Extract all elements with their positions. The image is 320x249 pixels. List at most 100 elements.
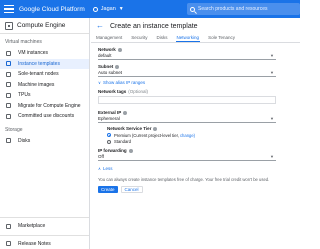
help-icon[interactable] (115, 64, 120, 69)
radio-premium[interactable] (107, 133, 111, 137)
sidebar-item-release-notes[interactable]: Release Notes (0, 239, 89, 249)
sidebar-item-instance-templates[interactable]: Instance templates (0, 58, 89, 69)
help-icon[interactable] (123, 110, 128, 115)
sidebar-item-disks[interactable]: Disks (0, 136, 89, 147)
networking-form: Network default ▼ Subnet Auto subnet ▼ ∨… (91, 47, 300, 193)
tier-standard-option[interactable]: Standard (107, 139, 276, 144)
release-notes-icon (6, 241, 11, 247)
ip-forwarding-select[interactable]: Off ▼ (98, 153, 276, 161)
tab-security[interactable]: Security (130, 34, 148, 42)
sidebar-footer: Marketplace Release Notes (0, 214, 89, 249)
tier-standard-label: Standard (114, 139, 131, 144)
disks-icon (6, 138, 11, 144)
form-actions: Create Cancel (98, 186, 276, 193)
external-ip-select[interactable]: Ephemeral ▼ (98, 115, 276, 123)
help-icon[interactable] (153, 126, 158, 131)
main-content: ← Create an instance template Management… (91, 18, 300, 249)
sidebar-section-virtual-machines: Virtual machines (5, 39, 42, 45)
dropdown-arrow-icon: ▼ (270, 70, 274, 75)
app-title[interactable]: Google Cloud Platform (19, 6, 85, 13)
optional-hint: (Optional) (128, 89, 149, 94)
sidebar-item-vm-instances[interactable]: VM instances (0, 48, 89, 59)
chevron-down-icon: ∨ (98, 80, 101, 85)
sidebar-item-label: Sole-tenant nodes (18, 71, 59, 78)
machine-images-icon (6, 82, 11, 88)
sidebar-item-machine-images[interactable]: Machine images (0, 80, 89, 91)
instance-templates-icon (6, 61, 11, 67)
project-name: Jagan (100, 6, 116, 12)
external-ip-value: Ephemeral (98, 116, 120, 121)
tier-premium-label: Premium (Current project-level tier, (114, 132, 179, 138)
less-link[interactable]: ∧ Less (98, 166, 276, 171)
subnet-value: Auto subnet (98, 70, 123, 75)
marketplace-icon (6, 223, 11, 229)
help-icon[interactable] (117, 47, 122, 52)
dropdown-arrow-icon: ▼ (270, 154, 274, 159)
tab-bar: Management Security Disks Networking Sol… (91, 34, 300, 43)
page-title: Create an instance template (110, 22, 198, 30)
chevron-up-icon: ∧ (98, 166, 101, 171)
show-alias-text: Show alias IP ranges (102, 80, 146, 85)
back-arrow-icon[interactable]: ← (96, 22, 104, 30)
cancel-button[interactable]: Cancel (120, 186, 143, 193)
subnet-select[interactable]: Auto subnet ▼ (98, 69, 276, 77)
tab-networking[interactable]: Networking (175, 34, 201, 42)
hamburger-menu-icon[interactable] (4, 5, 14, 13)
network-tags-label-text: Network tags (98, 89, 127, 94)
sidebar-section-storage: Storage (5, 126, 23, 133)
page-header: ← Create an instance template (91, 18, 300, 34)
sidebar-item-label: TPUs (18, 92, 31, 99)
divider (0, 217, 89, 218)
sidebar-title: Compute Engine (17, 22, 66, 29)
sidebar-item-sole-tenant-nodes[interactable]: Sole-tenant nodes (0, 69, 89, 80)
sidebar-item-label: Machine images (18, 81, 55, 88)
dropdown-arrow-icon: ▼ (270, 116, 274, 121)
vm-instances-icon (6, 50, 11, 56)
sidebar-item-label: Instance templates (18, 60, 60, 67)
search-input[interactable]: Search products and resources (187, 3, 300, 15)
migrate-icon (6, 103, 11, 109)
network-select[interactable]: default ▼ (98, 52, 276, 60)
sidebar-item-label: Committed use discounts (18, 113, 75, 120)
top-app-bar: Google Cloud Platform Jagan ▼ Search pro… (0, 0, 300, 18)
sidebar-item-label: Release Notes (18, 240, 51, 247)
create-button[interactable]: Create (98, 186, 118, 193)
tab-sole-tenancy[interactable]: Sole Tenancy (207, 34, 236, 42)
sidebar-header: Compute Engine (0, 18, 89, 34)
tab-disks[interactable]: Disks (156, 34, 169, 42)
ip-forwarding-value: Off (98, 154, 104, 159)
sole-tenant-nodes-icon (6, 71, 11, 77)
compute-engine-icon (5, 21, 13, 30)
dropdown-arrow-icon: ▼ (270, 53, 274, 58)
subnet-label-text: Subnet (98, 64, 114, 69)
help-icon[interactable] (128, 148, 133, 153)
network-tags-label: Network tags (Optional) (98, 89, 276, 94)
show-alias-ip-link[interactable]: ∨ Show alias IP ranges (98, 80, 276, 85)
chevron-down-icon: ▼ (118, 6, 124, 12)
network-tags-input[interactable] (98, 96, 276, 104)
committed-use-icon (6, 113, 11, 119)
change-tier-link[interactable]: change) (180, 133, 195, 138)
sidebar-item-migrate[interactable]: Migrate for Compute Engine (0, 101, 89, 112)
sidebar: Compute Engine Virtual machines VM insta… (0, 18, 90, 249)
sidebar-item-committed-use[interactable]: Committed use discounts (0, 111, 89, 122)
project-icon (92, 6, 98, 12)
project-selector[interactable]: Jagan ▼ (92, 6, 124, 12)
tab-management[interactable]: Management (95, 34, 123, 42)
radio-standard[interactable] (107, 139, 111, 144)
search-icon (190, 6, 195, 12)
sidebar-item-label: VM instances (18, 50, 49, 57)
network-label-text: Network (98, 47, 116, 52)
sidebar-item-marketplace[interactable]: Marketplace (0, 221, 89, 232)
sidebar-item-tpus[interactable]: TPUs (0, 90, 89, 101)
free-of-charge-note: You can always create instance templates… (98, 177, 270, 182)
search-placeholder: Search products and resources (198, 6, 268, 12)
network-value: default (98, 53, 112, 58)
tier-premium-option[interactable]: Premium (Current project-level tier, cha… (107, 133, 276, 138)
service-tier-text: Network Service Tier (107, 126, 152, 131)
sidebar-item-label: Disks (18, 137, 31, 144)
sidebar-item-label: Migrate for Compute Engine (18, 102, 81, 109)
external-ip-label-text: External IP (98, 110, 122, 115)
network-service-tier-label: Network Service Tier (107, 126, 276, 131)
divider (0, 234, 89, 236)
